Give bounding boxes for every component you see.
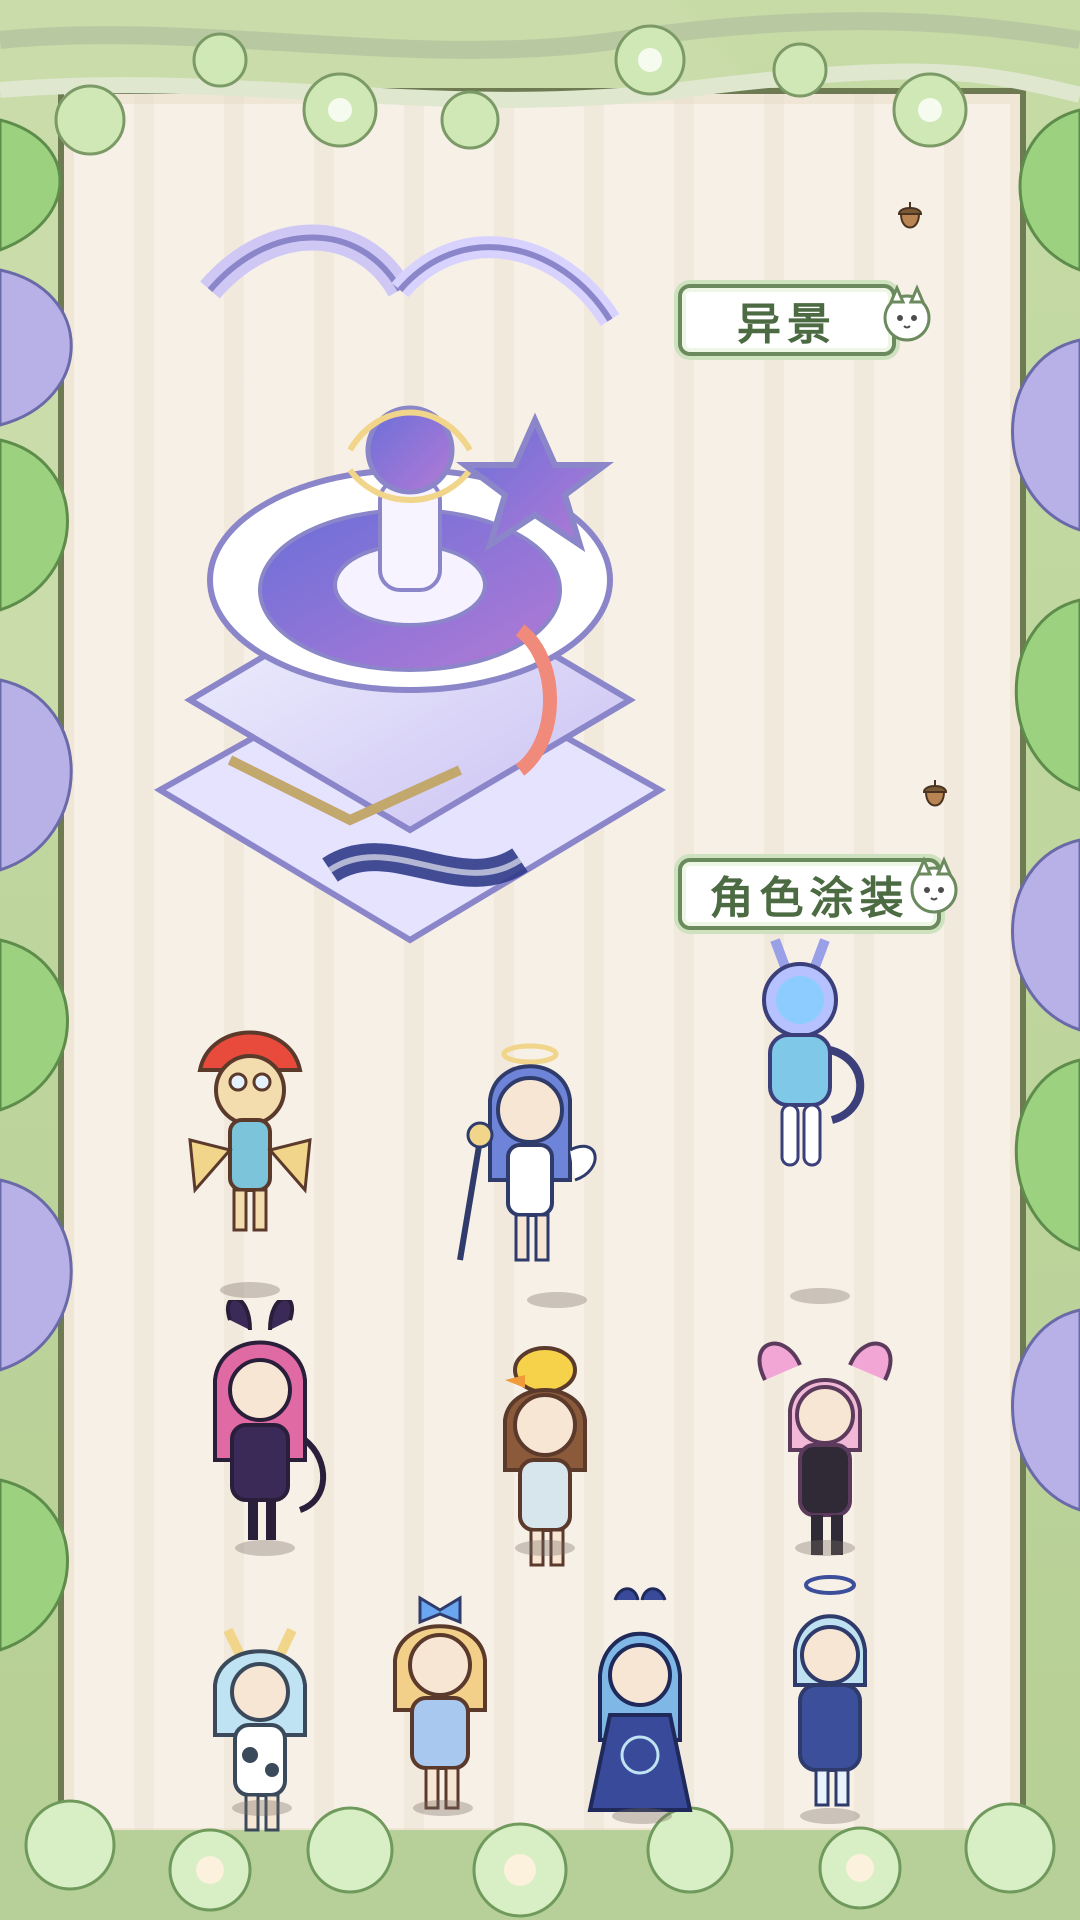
leaf-right-decoration	[1011, 108, 1080, 1512]
character-shadow	[795, 1540, 855, 1556]
vine-top-decoration	[0, 12, 1080, 156]
character-shadow	[800, 1808, 860, 1824]
character-pink-bunny-witch[interactable]	[180, 1300, 340, 1560]
character-shadow	[413, 1800, 473, 1816]
character-shadow	[220, 1282, 280, 1298]
acorn-icon	[922, 780, 948, 807]
character-shadow	[232, 1800, 292, 1816]
acorn-icon	[897, 202, 923, 229]
character-cow-horn[interactable]	[180, 1600, 340, 1860]
flower-bottom-decoration	[0, 1799, 1080, 1920]
character-astronaut-robot[interactable]	[720, 920, 880, 1180]
yijing-label[interactable]: 异景	[678, 284, 896, 356]
character-halo-boy[interactable]	[750, 1560, 910, 1820]
cat-icon	[910, 856, 958, 914]
character-blue-hair-angel[interactable]	[450, 1030, 610, 1290]
fantasy-building-illustration	[154, 224, 666, 944]
character-shadow	[527, 1292, 587, 1308]
character-blonde-bow[interactable]	[360, 1570, 520, 1830]
character-shadow	[235, 1540, 295, 1556]
character-shadow	[515, 1540, 575, 1556]
character-red-hat-goggles[interactable]	[170, 1000, 330, 1260]
character-shadow	[612, 1808, 672, 1824]
leaf-left-decoration	[0, 118, 73, 1652]
character-crab-crown[interactable]	[560, 1580, 720, 1840]
character-shadow	[790, 1288, 850, 1304]
cat-icon	[883, 284, 931, 342]
